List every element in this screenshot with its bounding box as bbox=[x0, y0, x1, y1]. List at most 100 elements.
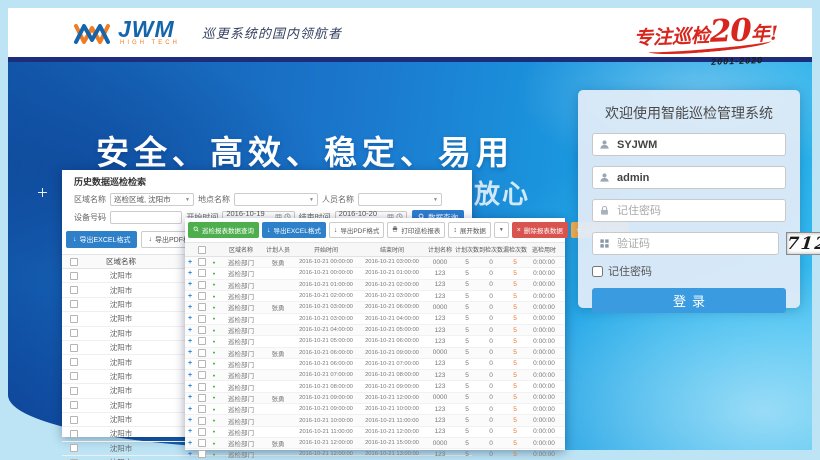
row-checkbox[interactable] bbox=[70, 272, 78, 280]
plan-name-cell: 123 bbox=[425, 372, 455, 379]
row-checkbox[interactable] bbox=[70, 401, 78, 409]
row-checkbox[interactable] bbox=[198, 360, 206, 368]
row-checkbox[interactable] bbox=[70, 286, 78, 294]
row-checkbox[interactable] bbox=[198, 371, 206, 379]
row-checkbox[interactable] bbox=[198, 394, 206, 402]
row-checkbox[interactable] bbox=[198, 337, 206, 345]
select-all-checkbox[interactable] bbox=[70, 258, 78, 266]
captcha-image[interactable]: 7121 bbox=[786, 232, 820, 255]
username-input[interactable] bbox=[615, 171, 779, 185]
header-bar: JWM HIGH TECH 巡更系统的国内领航者 专注巡检20年! 2001-2… bbox=[8, 8, 812, 57]
plan-count-cell: 5 bbox=[455, 293, 479, 300]
row-checkbox[interactable] bbox=[198, 405, 206, 413]
region-cell: 巡检部门 bbox=[219, 449, 263, 459]
row-checkbox[interactable] bbox=[198, 439, 206, 447]
row-checkbox[interactable] bbox=[70, 300, 78, 308]
captcha-input[interactable] bbox=[615, 237, 772, 251]
password-input[interactable] bbox=[615, 204, 779, 218]
person-cell: 张勇 bbox=[263, 302, 293, 312]
expand-row-icon[interactable]: + bbox=[185, 406, 195, 413]
row-checkbox[interactable] bbox=[198, 315, 206, 323]
status-dot-icon: ● bbox=[209, 407, 219, 412]
row-checkbox[interactable] bbox=[198, 258, 206, 266]
login-button[interactable]: 登录 bbox=[592, 288, 786, 313]
expand-row-icon[interactable]: + bbox=[185, 383, 195, 390]
start-time-cell: 2016-10-21 09:00:00 bbox=[293, 395, 359, 401]
row-checkbox[interactable] bbox=[198, 326, 206, 334]
row-checkbox[interactable] bbox=[70, 344, 78, 352]
remember-checkbox[interactable] bbox=[592, 266, 603, 277]
status-dot-icon: ● bbox=[209, 282, 219, 287]
row-checkbox[interactable] bbox=[198, 450, 206, 458]
expand-row-icon[interactable]: + bbox=[185, 360, 195, 367]
row-checkbox[interactable] bbox=[198, 303, 206, 311]
row-checkbox[interactable] bbox=[198, 383, 206, 391]
table-row: + ● 巡检部门 2016-10-21 09:00:00 2016-10-21 … bbox=[185, 404, 565, 415]
expand-row-icon[interactable]: + bbox=[185, 417, 195, 424]
expand-row-icon[interactable]: + bbox=[185, 327, 195, 334]
expand-row-icon[interactable]: + bbox=[185, 259, 195, 266]
row-checkbox[interactable] bbox=[70, 329, 78, 337]
export-excel-button[interactable]: ↓ 导出EXCEL格式 bbox=[66, 231, 137, 248]
expand-data-button[interactable]: ↕ 展开数据 bbox=[448, 222, 491, 238]
row-checkbox[interactable] bbox=[70, 430, 78, 438]
export-pdf-button[interactable]: ↓ 导出PDF格式 bbox=[329, 222, 385, 238]
expand-row-icon[interactable]: + bbox=[185, 451, 195, 458]
row-checkbox[interactable] bbox=[70, 358, 78, 366]
expand-row-icon[interactable]: + bbox=[185, 304, 195, 311]
plan-count-cell: 5 bbox=[455, 406, 479, 413]
report-query-button[interactable]: 巡检报表数据查询 bbox=[188, 222, 259, 238]
missed-count-cell: 5 bbox=[503, 338, 527, 345]
row-checkbox[interactable] bbox=[198, 281, 206, 289]
duration-cell: 0:00:00 bbox=[527, 394, 561, 401]
row-checkbox[interactable] bbox=[198, 428, 206, 436]
logo[interactable]: JWM HIGH TECH bbox=[72, 19, 180, 47]
header-slogan: 巡更系统的国内领航者 bbox=[202, 23, 342, 42]
anniversary-badge: 专注巡检20年! 2001-2020 bbox=[633, 11, 779, 69]
row-checkbox[interactable] bbox=[198, 417, 206, 425]
region-cell: 巡检部门 bbox=[219, 280, 263, 290]
region-select[interactable]: 巡检区域, 沈阳市 ▼ bbox=[110, 193, 194, 206]
row-checkbox[interactable] bbox=[70, 387, 78, 395]
expand-row-icon[interactable]: + bbox=[185, 349, 195, 356]
table-row: + ● 巡检部门 2016-10-21 06:00:00 2016-10-21 … bbox=[185, 359, 565, 370]
device-input[interactable] bbox=[110, 211, 182, 224]
checked-count-cell: 0 bbox=[479, 360, 503, 367]
duration-cell: 0:00:00 bbox=[527, 327, 561, 334]
expand-row-icon[interactable]: + bbox=[185, 270, 195, 277]
delete-report-button[interactable]: × 删除报表数据 bbox=[512, 222, 568, 238]
print-report-button[interactable]: 打印巡检报表 bbox=[387, 222, 445, 238]
expand-row-icon[interactable]: + bbox=[185, 372, 195, 379]
start-time-cell: 2016-10-21 00:00:00 bbox=[293, 270, 359, 276]
expand-caret-button[interactable]: ▼ bbox=[494, 222, 509, 238]
start-time-cell: 2016-10-21 12:00:00 bbox=[293, 451, 359, 457]
expand-row-icon[interactable]: + bbox=[185, 394, 195, 401]
row-checkbox[interactable] bbox=[70, 372, 78, 380]
site-select[interactable]: ▼ bbox=[234, 193, 318, 206]
start-time-cell: 2016-10-21 07:00:00 bbox=[293, 372, 359, 378]
expand-row-icon[interactable]: + bbox=[185, 428, 195, 435]
company-input[interactable] bbox=[615, 138, 779, 152]
person-select[interactable]: ▼ bbox=[358, 193, 442, 206]
duration-cell: 0:00:00 bbox=[527, 440, 561, 447]
checked-count-cell: 0 bbox=[479, 327, 503, 334]
select-all-checkbox[interactable] bbox=[198, 246, 206, 254]
row-checkbox[interactable] bbox=[198, 269, 206, 277]
captcha-field-wrap bbox=[592, 232, 779, 255]
export-excel-button[interactable]: ↓ 导出EXCEL格式 bbox=[262, 222, 326, 238]
row-checkbox[interactable] bbox=[198, 349, 206, 357]
column-header: 计划人员 bbox=[263, 245, 293, 254]
expand-row-icon[interactable]: + bbox=[185, 281, 195, 288]
start-time-cell: 2016-10-21 09:00:00 bbox=[293, 406, 359, 412]
row-checkbox[interactable] bbox=[198, 292, 206, 300]
expand-row-icon[interactable]: + bbox=[185, 338, 195, 345]
column-header: 区域名称 bbox=[219, 245, 263, 254]
plan-name-cell: 0000 bbox=[425, 349, 455, 356]
expand-row-icon[interactable]: + bbox=[185, 293, 195, 300]
expand-row-icon[interactable]: + bbox=[185, 440, 195, 447]
row-checkbox[interactable] bbox=[70, 444, 78, 452]
missed-count-cell: 5 bbox=[503, 327, 527, 334]
row-checkbox[interactable] bbox=[70, 416, 78, 424]
expand-row-icon[interactable]: + bbox=[185, 315, 195, 322]
row-checkbox[interactable] bbox=[70, 315, 78, 323]
